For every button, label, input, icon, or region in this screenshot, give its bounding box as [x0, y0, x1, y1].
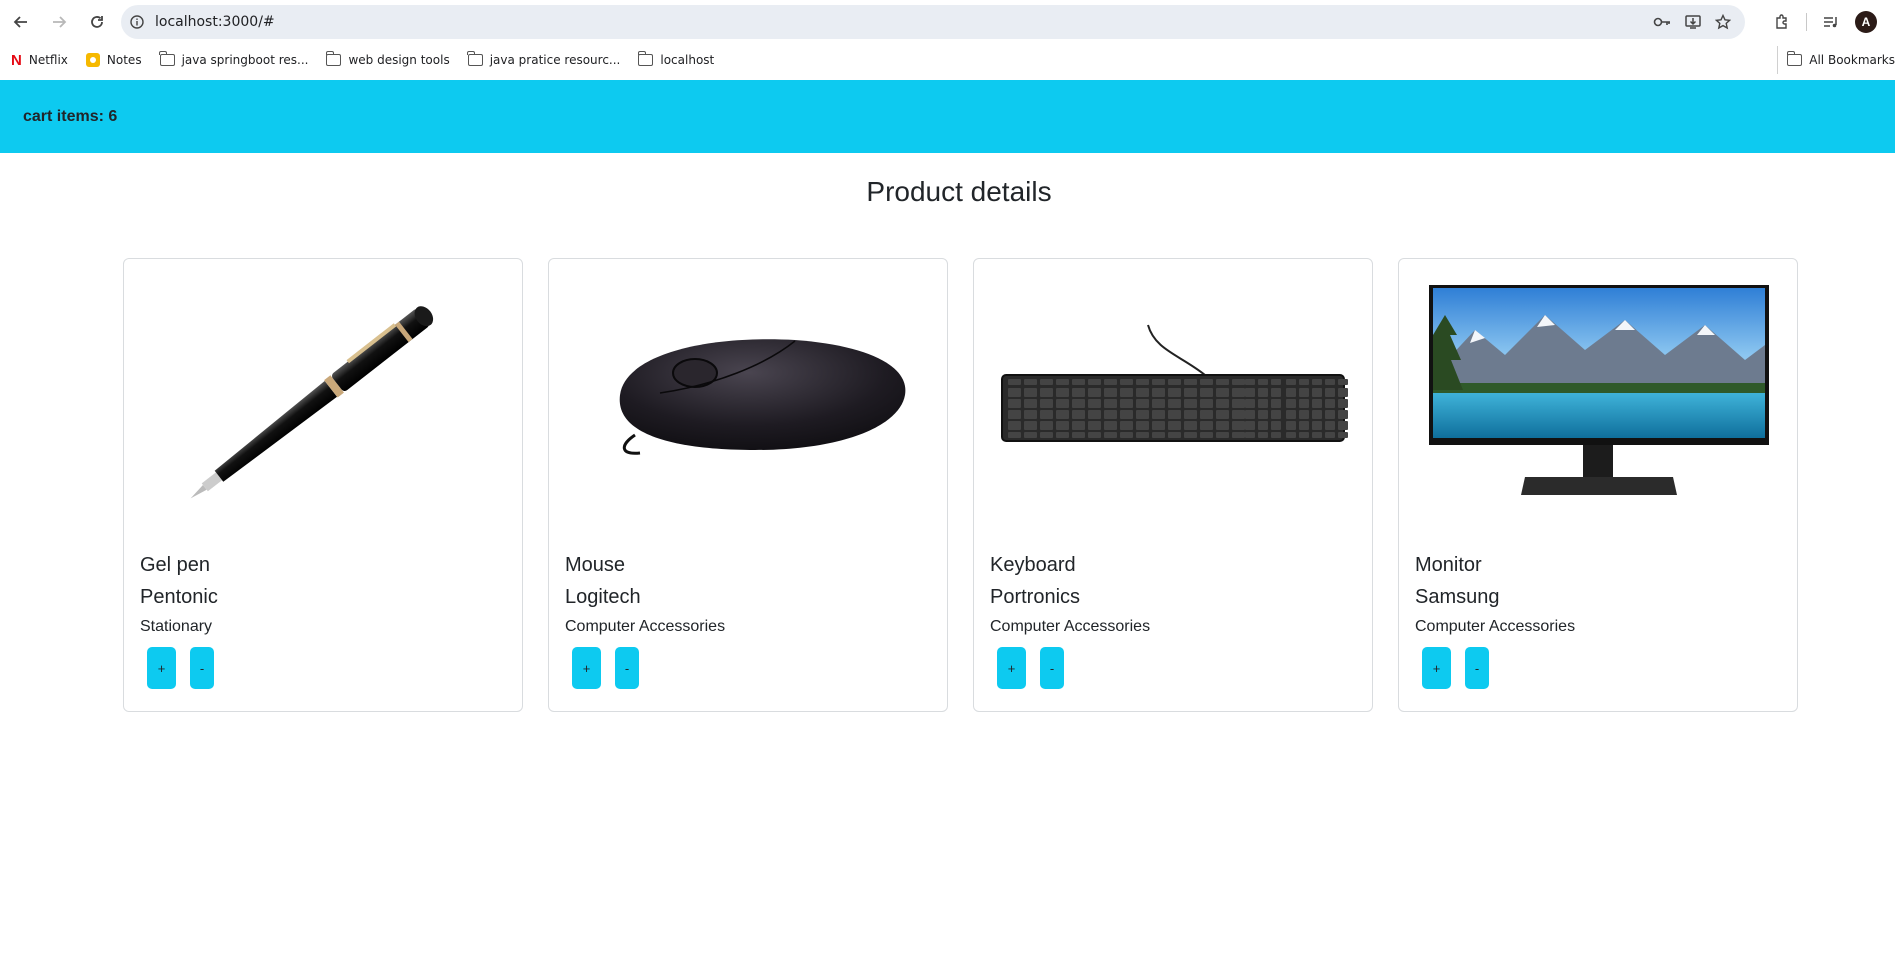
profile-avatar[interactable]: A — [1855, 11, 1877, 33]
product-card: Gel pen Pentonic Stationary + - — [123, 258, 523, 712]
bookmark-localhost[interactable]: localhost — [629, 46, 723, 74]
media-control-icon[interactable] — [1823, 14, 1839, 30]
all-bookmarks-label: All Bookmarks — [1809, 53, 1895, 67]
bookmark-notes[interactable]: Notes — [77, 46, 151, 74]
bookmark-java-springboot[interactable]: java springboot res... — [151, 46, 318, 74]
bookmark-label: java pratice resourc... — [489, 53, 621, 67]
netflix-icon: N — [11, 51, 22, 69]
bookmark-label: java springboot res... — [181, 53, 309, 67]
folder-icon — [467, 51, 483, 66]
product-brand: Logitech — [565, 586, 641, 608]
bookmarks-bar: N Netflix Notes java springboot res... w… — [0, 44, 1895, 76]
product-category: Computer Accessories — [990, 618, 1151, 635]
product-category: Computer Accessories — [565, 618, 726, 635]
extensions-icon[interactable] — [1774, 14, 1790, 30]
forward-arrow-icon — [53, 16, 67, 28]
product-brand: Samsung — [1415, 586, 1500, 608]
increment-button[interactable]: + — [147, 647, 176, 689]
product-name: Mouse — [565, 554, 626, 576]
increment-button[interactable]: + — [997, 647, 1026, 689]
product-card: Keyboard Portronics Computer Accessories… — [973, 258, 1373, 712]
decrement-button[interactable]: - — [615, 647, 639, 689]
web-page: cart items: 6 Product details Gel pen Pe… — [0, 80, 1895, 971]
install-app-icon[interactable] — [1685, 14, 1701, 30]
decrement-button[interactable]: - — [190, 647, 214, 689]
product-card: Monitor Samsung Computer Accessories + - — [1398, 258, 1798, 712]
forward-button[interactable] — [41, 4, 77, 40]
monitor-image — [1415, 275, 1781, 515]
bookmark-web-design-tools[interactable]: web design tools — [317, 46, 458, 74]
navbar: cart items: 6 — [0, 80, 1895, 153]
folder-icon — [1786, 51, 1803, 66]
password-key-icon[interactable] — [1653, 15, 1671, 29]
increment-button[interactable]: + — [1422, 647, 1451, 689]
site-info-icon[interactable] — [129, 14, 145, 30]
product-card: Mouse Logitech Computer Accessories + - — [548, 258, 948, 712]
reload-button[interactable] — [79, 4, 115, 40]
page-title: Product details — [866, 176, 1052, 207]
product-category: Stationary — [140, 618, 213, 635]
product-brand: Portronics — [990, 586, 1081, 608]
product-brand: Pentonic — [140, 586, 218, 608]
bookmark-label: web design tools — [348, 53, 450, 67]
product-category: Computer Accessories — [1415, 618, 1576, 635]
notes-icon — [85, 53, 100, 67]
product-name: Monitor — [1415, 554, 1482, 576]
cart-count: cart items: 6 — [23, 107, 118, 125]
product-list: Gel pen Pentonic Stationary + - Mouse Lo… — [123, 258, 1798, 712]
toolbar-divider — [1806, 13, 1807, 31]
keyboard-image — [990, 275, 1356, 515]
reload-icon — [91, 16, 103, 28]
folder-icon — [159, 51, 175, 66]
product-name: Keyboard — [990, 554, 1076, 576]
all-bookmarks[interactable]: All Bookmarks — [1777, 46, 1895, 74]
folder-icon — [637, 51, 654, 66]
bookmark-label: Netflix — [28, 53, 68, 67]
bookmark-netflix[interactable]: N Netflix — [0, 46, 77, 74]
decrement-button[interactable]: - — [1465, 647, 1489, 689]
mouse-image — [565, 275, 931, 515]
back-button[interactable] — [3, 4, 39, 40]
pen-image — [140, 275, 506, 515]
decrement-button[interactable]: - — [1040, 647, 1064, 689]
increment-button[interactable]: + — [572, 647, 601, 689]
address-bar[interactable]: localhost:3000/# — [121, 5, 1745, 39]
bookmark-label: Notes — [106, 53, 142, 67]
url-text[interactable]: localhost:3000/# — [155, 14, 275, 30]
bookmark-star-icon[interactable] — [1715, 14, 1731, 30]
product-name: Gel pen — [140, 554, 211, 576]
folder-icon — [325, 51, 342, 66]
bookmark-java-pratice[interactable]: java pratice resourc... — [459, 46, 630, 74]
bookmark-label: localhost — [660, 53, 715, 67]
back-arrow-icon — [13, 16, 27, 28]
browser-toolbar: localhost:3000/# A — [0, 0, 1895, 44]
